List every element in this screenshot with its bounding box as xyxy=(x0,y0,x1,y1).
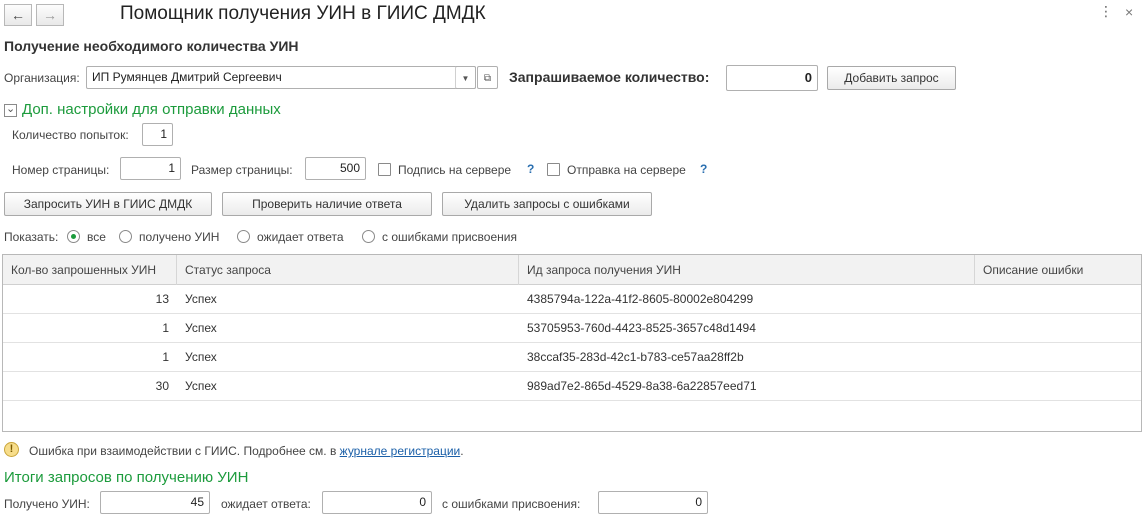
row-count: 1 xyxy=(162,350,169,364)
back-button[interactable]: ← xyxy=(4,4,32,26)
window-title: Помощник получения УИН в ГИИС ДМДК xyxy=(120,3,486,24)
row-id: 989ad7e2-865d-4529-8a38-6a22857eed71 xyxy=(527,379,757,393)
more-vertical-icon[interactable]: ⋮ xyxy=(1099,4,1113,18)
table-row[interactable]: 30 Успех 989ad7e2-865d-4529-8a38-6a22857… xyxy=(3,372,1141,401)
row-count: 1 xyxy=(162,321,169,335)
col-status-header[interactable]: Статус запроса xyxy=(177,255,519,285)
registration-log-link[interactable]: журнале регистрации xyxy=(340,444,461,458)
filter-received-radio[interactable] xyxy=(119,230,132,243)
waiting-field: 0 xyxy=(322,491,432,514)
org-label: Организация: xyxy=(4,71,80,85)
chevron-down-icon: ▼ xyxy=(461,74,470,83)
page-num-input[interactable]: 1 xyxy=(120,157,181,180)
error-notice-text: Ошибка при взаимодействии с ГИИС. Подроб… xyxy=(29,444,337,458)
check-response-button[interactable]: Проверить наличие ответа xyxy=(222,192,432,216)
send-help-icon[interactable]: ? xyxy=(700,162,707,176)
received-field: 45 xyxy=(100,491,210,514)
row-id: 4385794a-122a-41f2-8605-80002e804299 xyxy=(527,292,754,306)
row-status: Успех xyxy=(185,321,217,335)
row-status: Успех xyxy=(185,292,217,306)
error-notice: Ошибка при взаимодействии с ГИИС. Подроб… xyxy=(29,444,464,458)
forward-button[interactable]: → xyxy=(36,4,64,26)
filter-waiting-radio[interactable] xyxy=(237,230,250,243)
sign-help-icon[interactable]: ? xyxy=(527,162,534,176)
requests-table[interactable]: Кол-во запрошенных УИН Статус запроса Ид… xyxy=(2,254,1142,432)
page-size-label: Размер страницы: xyxy=(191,163,293,177)
org-dropdown-button[interactable]: ▼ xyxy=(455,66,476,89)
add-request-button[interactable]: Добавить запрос xyxy=(827,66,956,90)
error-notice-end: . xyxy=(460,444,464,458)
received-label: Получено УИН: xyxy=(4,497,90,511)
page-size-input[interactable]: 500 xyxy=(305,157,366,180)
table-row[interactable]: 1 Успех 53705953-760d-4423-8525-3657c48d… xyxy=(3,314,1141,343)
table-header: Кол-во запрошенных УИН Статус запроса Ид… xyxy=(3,255,1141,285)
request-uin-button[interactable]: Запросить УИН в ГИИС ДМДК xyxy=(4,192,212,216)
org-field[interactable]: ИП Румянцев Дмитрий Сергеевич xyxy=(86,66,476,89)
delete-errors-button[interactable]: Удалить запросы с ошибками xyxy=(442,192,652,216)
row-status: Успех xyxy=(185,350,217,364)
row-id: 38ccaf35-283d-42c1-b783-ce57aa28ff2b xyxy=(527,350,744,364)
send-on-server-checkbox[interactable] xyxy=(547,163,560,176)
filter-label: Показать: xyxy=(4,230,59,244)
totals-title: Итоги запросов по получению УИН xyxy=(4,469,249,486)
arrow-left-icon: ← xyxy=(11,7,25,23)
attempts-input[interactable]: 1 xyxy=(142,123,173,146)
col-count-header[interactable]: Кол-во запрошенных УИН xyxy=(3,255,177,285)
qty-label: Запрашиваемое количество: xyxy=(509,69,710,85)
errors-field: 0 xyxy=(598,491,708,514)
errors-label: с ошибками присвоения: xyxy=(442,497,581,511)
close-icon[interactable]: × xyxy=(1125,4,1133,20)
row-status: Успех xyxy=(185,379,217,393)
sign-on-server-checkbox[interactable] xyxy=(378,163,391,176)
open-form-icon: ⧉ xyxy=(483,73,492,84)
arrow-right-icon: → xyxy=(43,7,57,23)
row-id: 53705953-760d-4423-8525-3657c48d1494 xyxy=(527,321,756,335)
sign-on-server-label: Подпись на сервере xyxy=(398,163,512,177)
qty-input[interactable]: 0 xyxy=(726,65,818,91)
org-open-button[interactable]: ⧉ xyxy=(477,66,498,89)
waiting-label: ожидает ответа: xyxy=(221,497,311,511)
row-count: 30 xyxy=(155,379,169,393)
attempts-label: Количество попыток: xyxy=(12,128,129,142)
filter-errors-radio[interactable] xyxy=(362,230,375,243)
table-row[interactable]: 1 Успех 38ccaf35-283d-42c1-b783-ce57aa28… xyxy=(3,343,1141,372)
col-error-header[interactable]: Описание ошибки xyxy=(975,255,1141,285)
chevron-down-icon: ⌄ xyxy=(6,103,16,115)
filter-errors-label: с ошибками присвоения xyxy=(382,230,517,244)
filter-received-label: получено УИН xyxy=(139,230,220,244)
filter-all-radio[interactable] xyxy=(67,230,80,243)
row-count: 13 xyxy=(155,292,169,306)
col-id-header[interactable]: Ид запроса получения УИН xyxy=(519,255,975,285)
page-num-label: Номер страницы: xyxy=(12,163,110,177)
filter-all-label: все xyxy=(87,230,106,244)
section-title: Получение необходимого количества УИН xyxy=(4,38,299,54)
filter-waiting-label: ожидает ответа xyxy=(257,230,344,244)
table-row[interactable]: 13 Успех 4385794a-122a-41f2-8605-80002e8… xyxy=(3,285,1141,314)
settings-toggle[interactable]: ⌄ xyxy=(4,103,17,117)
warning-icon: ! xyxy=(4,442,19,457)
send-on-server-label: Отправка на сервере xyxy=(567,163,686,177)
settings-toggle-label[interactable]: Доп. настройки для отправки данных xyxy=(22,101,281,118)
